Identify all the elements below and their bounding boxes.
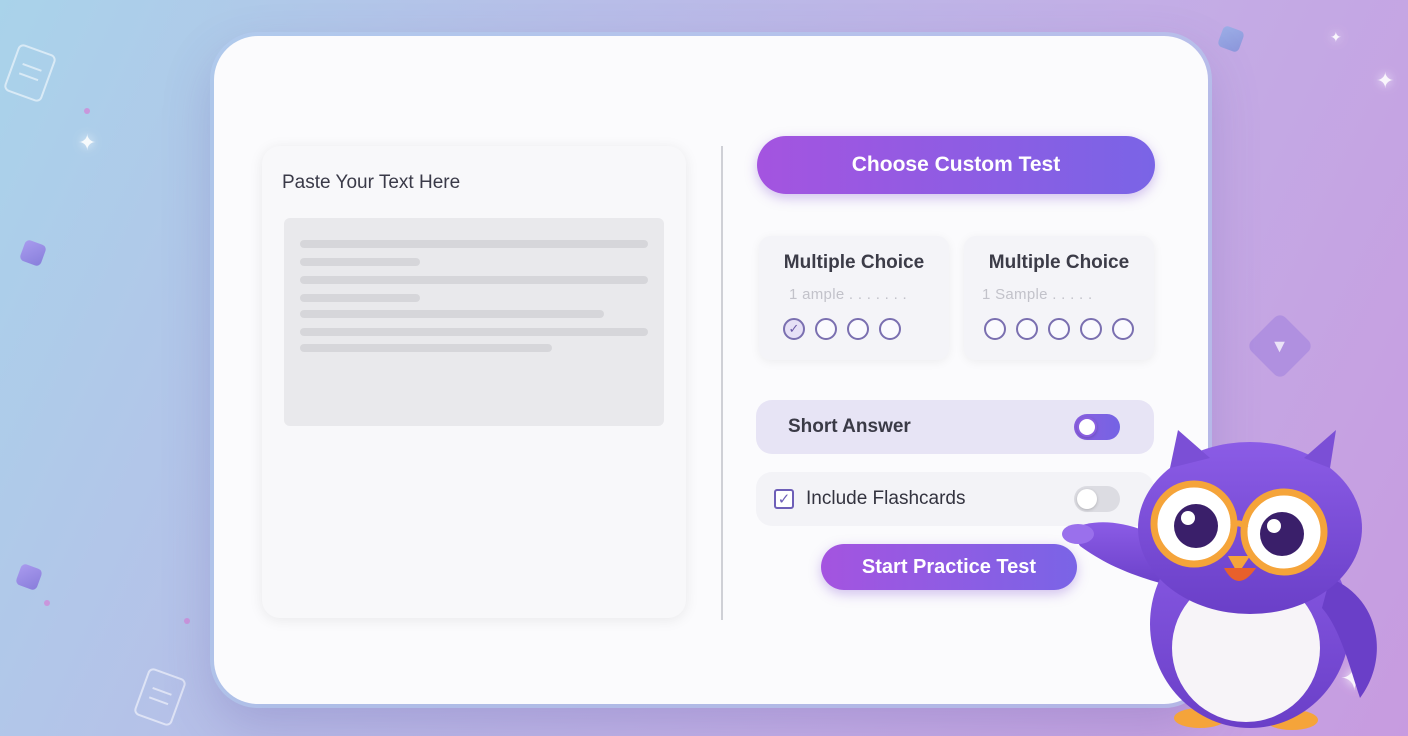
owl-mascot-icon: [1062, 430, 1377, 730]
answer-option-radio[interactable]: [815, 318, 837, 340]
answer-option-radio[interactable]: [847, 318, 869, 340]
document-icon: [132, 666, 188, 728]
answer-option-radio[interactable]: [1048, 318, 1070, 340]
placeholder-line: [300, 310, 604, 318]
paste-panel-title: Paste Your Text Here: [282, 172, 461, 193]
paste-text-area[interactable]: [284, 218, 664, 426]
placeholder-line: [300, 344, 552, 352]
answer-option-radio[interactable]: [984, 318, 1006, 340]
main-card: Paste Your Text Here Choose Custom Test …: [214, 36, 1208, 704]
multiple-choice-card[interactable]: Multiple Choice 1 Sample . . . . .: [964, 236, 1154, 360]
start-practice-test-button[interactable]: Start Practice Test: [821, 544, 1077, 590]
sample-text: 1 ample . . . . . . .: [789, 286, 908, 303]
sparkle-icon: ✦: [1376, 68, 1395, 93]
placeholder-line: [300, 294, 420, 302]
sparkle-icon: ✦: [78, 130, 97, 155]
answer-option-radio[interactable]: ✓: [783, 318, 805, 340]
answer-option-radio[interactable]: [879, 318, 901, 340]
placeholder-line: [300, 240, 648, 248]
answer-option-radio[interactable]: [1080, 318, 1102, 340]
answer-option-radio[interactable]: [1112, 318, 1134, 340]
multiple-choice-card[interactable]: Multiple Choice 1 ample . . . . . . . ✓: [759, 236, 949, 360]
decor-dot: [184, 618, 190, 624]
placeholder-line: [300, 258, 420, 266]
answer-options: ✓: [783, 318, 901, 340]
choose-custom-test-button[interactable]: Choose Custom Test: [757, 136, 1155, 194]
sample-text: 1 Sample . . . . .: [982, 286, 1093, 303]
panel-divider: [721, 146, 723, 620]
gem-icon: [18, 238, 48, 268]
gem-icon: [14, 562, 44, 592]
play-diamond-icon: ▼: [1246, 312, 1314, 380]
decor-dot: [84, 108, 90, 114]
placeholder-line: [300, 328, 648, 336]
multiple-choice-title: Multiple Choice: [988, 252, 1130, 273]
answer-options: [984, 318, 1134, 340]
gem-icon: [1216, 24, 1246, 54]
short-answer-label: Short Answer: [788, 416, 911, 437]
include-flashcards-checkbox[interactable]: ✓: [774, 489, 794, 509]
multiple-choice-title: Multiple Choice: [783, 252, 925, 273]
paste-text-panel: Paste Your Text Here: [262, 146, 686, 618]
document-icon: [2, 42, 58, 104]
sparkle-icon: ✦: [1330, 29, 1342, 45]
include-flashcards-label: Include Flashcards: [806, 488, 966, 509]
answer-option-radio[interactable]: [1016, 318, 1038, 340]
placeholder-line: [300, 276, 648, 284]
decor-dot: [44, 600, 50, 606]
